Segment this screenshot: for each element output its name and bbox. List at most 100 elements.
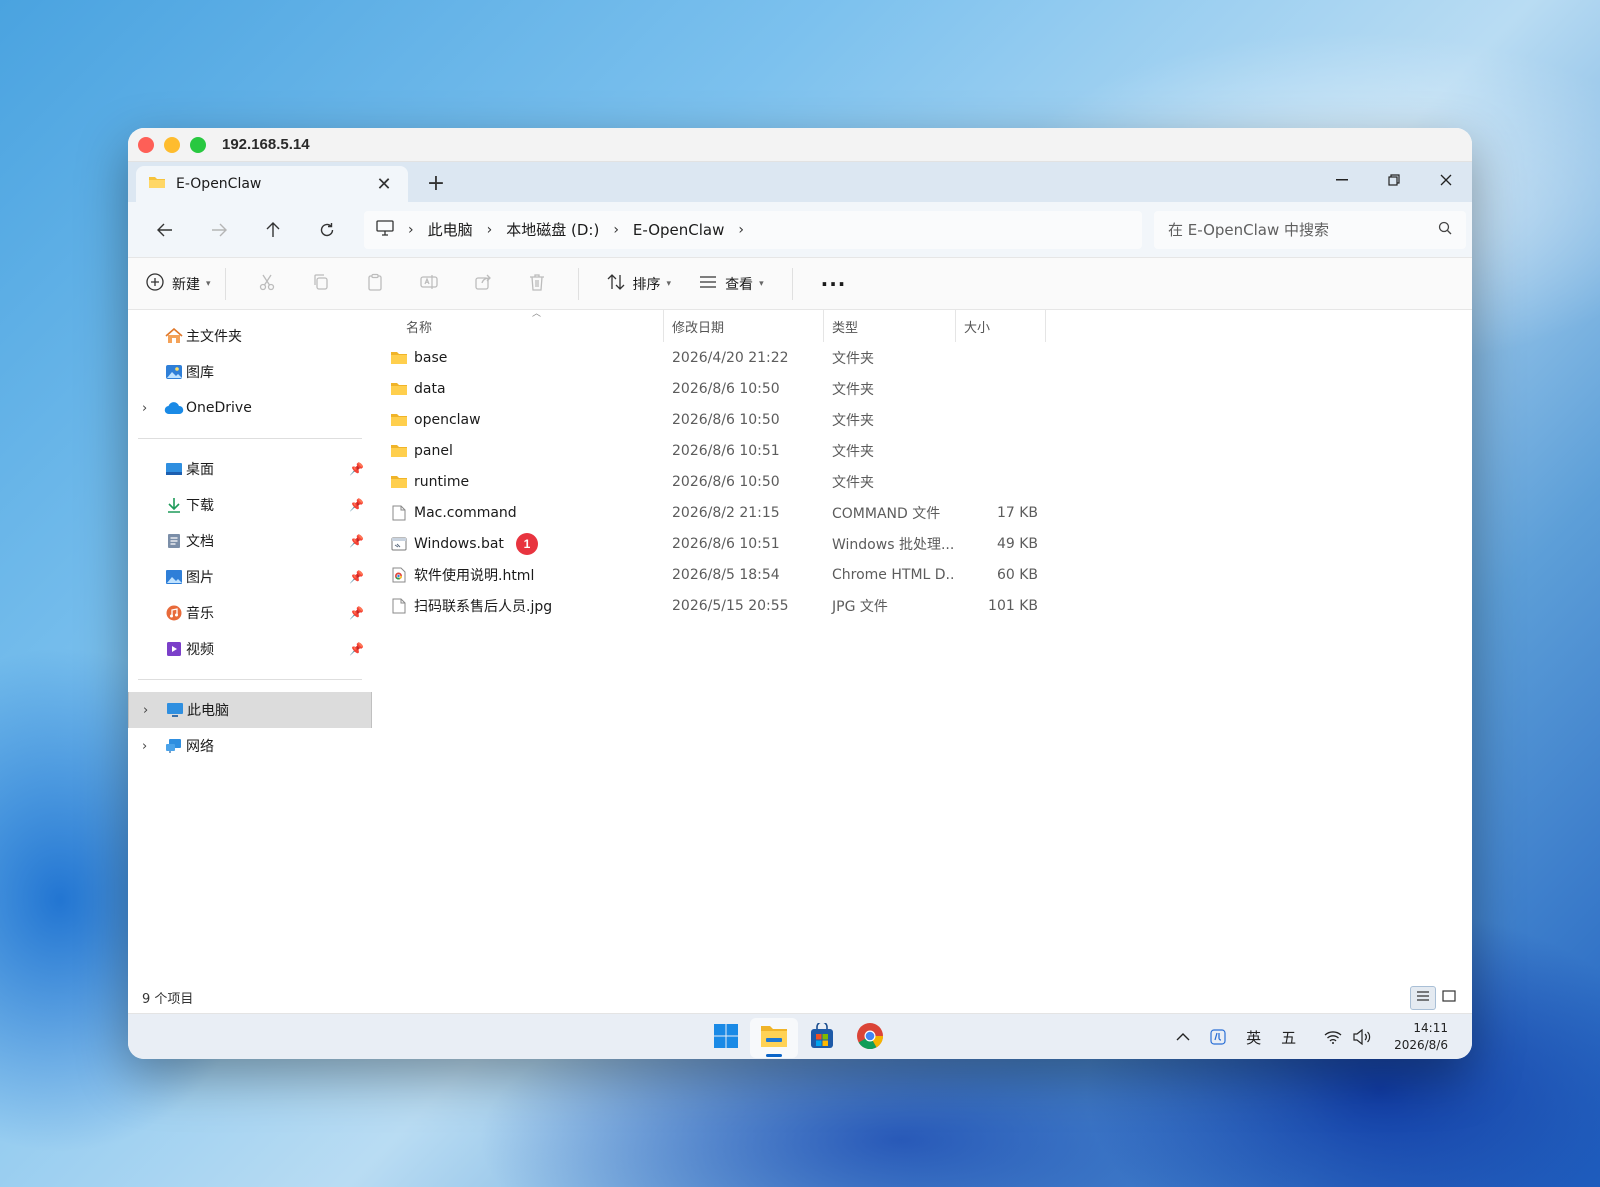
share-button[interactable]	[456, 266, 510, 302]
network-icon	[164, 736, 184, 756]
rename-button[interactable]	[402, 266, 456, 302]
breadcrumb-e-openclaw[interactable]: E-OpenClaw	[633, 221, 724, 239]
file-list-pane: ︿ 名称 修改日期 类型 大小 base 2026/4/20 21:22 文件夹…	[372, 309, 1472, 982]
address-bar[interactable]: › 此电脑 › 本地磁盘 (D:) › E-OpenClaw ›	[364, 210, 1142, 249]
minimize-button[interactable]	[1316, 162, 1368, 198]
list-view-icon	[699, 275, 717, 293]
file-size: 17 KB	[996, 504, 1038, 521]
breadcrumb-local-disk[interactable]: 本地磁盘 (D:)	[506, 219, 599, 240]
sidebar-item-network[interactable]: › 网络	[128, 728, 372, 764]
pin-icon[interactable]: 📌	[349, 570, 364, 584]
ime-name-indicator[interactable]: 五	[1281, 1027, 1296, 1048]
new-button[interactable]: 新建 ▾	[146, 272, 211, 295]
pin-icon[interactable]: 📌	[349, 462, 364, 476]
forward-button[interactable]	[192, 210, 246, 250]
search-input[interactable]: 在 E-OpenClaw 中搜索	[1168, 219, 1329, 240]
table-row[interactable]: openclaw 2026/8/6 10:50 文件夹	[382, 404, 1472, 435]
wifi-icon[interactable]	[1324, 1030, 1342, 1044]
close-window-button[interactable]	[1420, 162, 1472, 198]
table-row[interactable]: runtime 2026/8/6 10:50 文件夹	[382, 466, 1472, 497]
volume-icon[interactable]	[1352, 1029, 1372, 1045]
chevron-right-icon[interactable]: ›	[738, 222, 744, 238]
back-button[interactable]	[138, 210, 192, 250]
column-header-date[interactable]: 修改日期	[664, 310, 824, 342]
delete-button[interactable]	[510, 266, 564, 302]
show-hidden-icons-button[interactable]	[1176, 1032, 1190, 1042]
pin-icon[interactable]: 📌	[349, 534, 364, 548]
sort-label: 排序	[632, 276, 661, 293]
chevron-right-icon[interactable]: ›	[142, 739, 147, 754]
column-header-type[interactable]: 类型	[824, 310, 956, 342]
sidebar-item-gallery[interactable]: 图库	[128, 354, 372, 390]
file-size: 60 KB	[996, 566, 1038, 583]
tiles-view-button[interactable]	[1436, 986, 1462, 1010]
sidebar-item-desktop[interactable]: 桌面 📌	[128, 451, 372, 487]
details-view-button[interactable]	[1410, 986, 1436, 1010]
taskbar-chrome[interactable]	[846, 1018, 894, 1058]
status-bar: 9 个项目	[128, 982, 1472, 1014]
chevron-right-icon[interactable]: ›	[142, 401, 147, 416]
pin-icon[interactable]: 📌	[349, 606, 364, 620]
view-toggle	[1410, 986, 1462, 1010]
sort-icon	[607, 273, 625, 294]
search-icon	[1438, 221, 1452, 239]
start-button[interactable]	[702, 1018, 750, 1058]
sidebar-item-documents[interactable]: 文档 📌	[128, 523, 372, 559]
breadcrumb-this-pc[interactable]: 此电脑	[428, 219, 473, 240]
cut-button[interactable]	[240, 266, 294, 302]
search-box[interactable]: 在 E-OpenClaw 中搜索	[1154, 210, 1466, 249]
sidebar-item-onedrive[interactable]: › OneDrive	[128, 390, 372, 426]
sidebar-item-home[interactable]: 主文件夹	[128, 318, 372, 354]
share-icon	[474, 273, 492, 295]
sort-button[interactable]: 排序 ▾	[593, 273, 686, 294]
table-row[interactable]: panel 2026/8/6 10:51 文件夹	[382, 435, 1472, 466]
chrome-icon	[856, 1022, 884, 1054]
sidebar-item-label: 桌面	[186, 462, 214, 478]
refresh-button[interactable]	[300, 210, 354, 250]
pictures-icon	[164, 567, 184, 587]
pin-icon[interactable]: 📌	[349, 642, 364, 656]
tab-close-icon[interactable]: ✕	[374, 174, 394, 195]
column-header-size[interactable]: 大小	[956, 310, 1046, 342]
toolbar-divider	[791, 267, 793, 300]
copy-button[interactable]	[294, 266, 348, 302]
sidebar-item-downloads[interactable]: 下载 📌	[128, 487, 372, 523]
gallery-icon	[164, 362, 184, 382]
sidebar-item-this-pc[interactable]: › 此电脑	[128, 692, 372, 728]
file-date: 2026/8/6 10:51	[672, 442, 780, 459]
sidebar-item-music[interactable]: 音乐 📌	[128, 595, 372, 631]
table-row[interactable]: Mac.command 2026/8/2 21:15 COMMAND 文件 17…	[382, 497, 1472, 528]
zoom-dot-icon[interactable]	[190, 136, 206, 153]
table-row[interactable]: Windows.bat 1 2026/8/6 10:51 Windows 批处理.…	[382, 528, 1472, 559]
close-dot-icon[interactable]	[138, 136, 154, 153]
new-tab-button[interactable]: +	[424, 171, 448, 196]
desktop-icon	[164, 459, 184, 479]
taskbar-store[interactable]	[798, 1018, 846, 1058]
chevron-right-icon[interactable]: ›	[143, 703, 148, 718]
column-header-name[interactable]: 名称	[382, 310, 664, 342]
ime-toolbar-icon[interactable]	[1210, 1029, 1226, 1045]
table-row[interactable]: 软件使用说明.html 2026/8/5 18:54 Chrome HTML D…	[382, 559, 1472, 590]
minimize-dot-icon[interactable]	[164, 136, 180, 153]
up-button[interactable]	[246, 210, 300, 250]
sidebar-item-videos[interactable]: 视频 📌	[128, 631, 372, 667]
file-icon	[390, 505, 408, 521]
taskbar-file-explorer[interactable]	[750, 1018, 798, 1058]
details-view-icon	[1416, 990, 1430, 1006]
more-options-button[interactable]: ···	[807, 272, 861, 296]
table-row[interactable]: data 2026/8/6 10:50 文件夹	[382, 373, 1472, 404]
folder-icon	[390, 350, 408, 366]
ime-mode-indicator[interactable]: 英	[1246, 1027, 1261, 1048]
command-bar: 新建 ▾ 排序 ▾ 查看 ▾ ···	[128, 258, 1472, 310]
paste-button[interactable]	[348, 266, 402, 302]
table-row[interactable]: 扫码联系售后人员.jpg 2026/5/15 20:55 JPG 文件 101 …	[382, 590, 1472, 621]
sidebar-item-pictures[interactable]: 图片 📌	[128, 559, 372, 595]
pin-icon[interactable]: 📌	[349, 498, 364, 512]
restore-button[interactable]	[1368, 162, 1420, 198]
tab-e-openclaw[interactable]: E-OpenClaw ✕	[136, 166, 408, 202]
monitor-icon	[376, 219, 394, 240]
clock[interactable]: 14:11 2026/8/6	[1394, 1020, 1448, 1054]
file-date: 2026/8/6 10:50	[672, 411, 780, 428]
view-button[interactable]: 查看 ▾	[685, 274, 778, 294]
table-row[interactable]: base 2026/4/20 21:22 文件夹	[382, 342, 1472, 373]
